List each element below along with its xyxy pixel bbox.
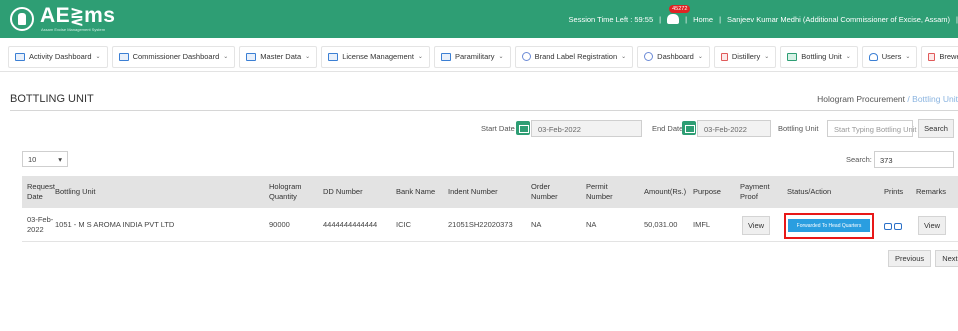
cell-dd-number: 4444444444444: [323, 220, 378, 229]
col-bottling-unit[interactable]: Bottling Unit: [55, 187, 95, 197]
calendar-icon[interactable]: [682, 121, 696, 135]
nav-dashboard[interactable]: Dashboard ⌄: [637, 45, 710, 68]
cell-request-date: 03-Feb- 2022: [27, 215, 54, 234]
col-hologram-quantity[interactable]: Hologram Quantity: [269, 182, 302, 202]
start-date-input[interactable]: 03-Feb-2022: [531, 120, 642, 137]
col-status-action[interactable]: Status/Action: [787, 187, 831, 197]
cell-bottling-unit: 1051 - M S AROMA INDIA PVT LTD: [55, 220, 175, 229]
session-timer: Session Time Left : 59:55: [568, 14, 654, 24]
cell-hologram-quantity: 90000: [269, 220, 290, 229]
nav-brand-label-registration[interactable]: Brand Label Registration ⌄: [514, 45, 634, 68]
notification-count-badge: 45272: [669, 5, 691, 13]
nav-users[interactable]: Users ⌄: [861, 45, 918, 68]
chevron-down-icon: ⌄: [95, 54, 101, 60]
col-bank-name[interactable]: Bank Name: [396, 187, 435, 197]
bottle-icon: [787, 52, 798, 61]
table-row: 03-Feb- 2022 1051 - M S AROMA INDIA PVT L…: [22, 208, 958, 242]
table-search-label: Search:: [846, 155, 872, 164]
table-icon: [246, 52, 257, 61]
nav-license-management[interactable]: License Management ⌄: [321, 45, 430, 68]
dashboard-icon: [15, 52, 25, 61]
cell-permit-number: NA: [586, 220, 597, 229]
app-logo[interactable]: AE⋛ms: [40, 4, 115, 28]
start-date-label: Start Date: [481, 124, 515, 133]
table-search-input[interactable]: 373: [874, 151, 954, 168]
page-length-select[interactable]: 10 ▾: [22, 151, 68, 167]
breadcrumb: Hologram Procurement / Bottling Unit: [817, 94, 958, 104]
chevron-down-icon: ⌄: [697, 54, 703, 60]
col-payment-proof[interactable]: Payment Proof: [740, 182, 770, 202]
col-prints[interactable]: Prints: [884, 187, 903, 197]
printer-icon[interactable]: [894, 223, 902, 230]
bottling-unit-label: Bottling Unit: [778, 124, 819, 133]
nav-bottling-unit[interactable]: Bottling Unit ⌄: [780, 45, 858, 68]
chevron-down-icon: ⌄: [305, 54, 311, 60]
cell-order-number: NA: [531, 220, 542, 229]
app-header: AE⋛ms Assam Excise Management System Ses…: [0, 0, 958, 38]
cell-indent-number: 21051SH22020373: [448, 220, 513, 229]
flask-icon: [720, 52, 728, 61]
col-indent-number[interactable]: Indent Number: [448, 187, 498, 197]
session-area: Session Time Left : 59:55 | 45272 | Home…: [568, 5, 958, 24]
cell-bank-name: ICIC: [396, 220, 411, 229]
payment-proof-view-button[interactable]: View: [742, 216, 770, 235]
nav-brewery[interactable]: Brewery ➔: [921, 45, 958, 68]
circle-icon: [521, 52, 531, 61]
col-amount[interactable]: Amount(Rs.): [644, 187, 686, 197]
filter-bar: Start Date 03-Feb-2022 End Date 03-Feb-2…: [0, 118, 958, 140]
user-name[interactable]: Sanjeev Kumar Medhi (Additional Commissi…: [727, 15, 950, 24]
main-nav: Activity Dashboard ⌄ Commissioner Dashboa…: [0, 42, 958, 72]
chevron-down-icon: ▾: [58, 155, 62, 164]
col-dd-number[interactable]: DD Number: [323, 187, 363, 197]
chevron-down-icon: ⌄: [764, 54, 770, 60]
table-icon: [440, 52, 451, 61]
nav-commissioner-dashboard[interactable]: Commissioner Dashboard ⌄: [111, 45, 236, 68]
bottling-unit-input[interactable]: Start Typing Bottling Unit: [827, 120, 916, 137]
clock-icon: [644, 52, 654, 61]
title-divider: [10, 110, 958, 111]
pagination: Previous Next: [888, 250, 958, 267]
nav-master-data[interactable]: Master Data ⌄: [239, 45, 318, 68]
emblem-icon: [10, 7, 34, 31]
chevron-down-icon: ⌄: [223, 54, 229, 60]
previous-page-button[interactable]: Previous: [888, 250, 932, 267]
nav-paramilitary[interactable]: Paramilitary ⌄: [433, 45, 511, 68]
breadcrumb-parent[interactable]: Hologram Procurement: [817, 94, 905, 104]
col-permit-number[interactable]: Permit Number: [586, 182, 613, 202]
calendar-icon[interactable]: [516, 121, 530, 135]
home-link[interactable]: Home: [693, 15, 713, 24]
users-icon: [868, 52, 878, 61]
status-forwarded-button[interactable]: Forwarded To Head Quarters: [788, 219, 870, 232]
chevron-down-icon: ⌄: [621, 54, 627, 60]
end-date-label: End Date: [652, 124, 684, 133]
chevron-down-icon: ⌄: [845, 54, 851, 60]
col-remarks[interactable]: Remarks: [916, 187, 946, 197]
breadcrumb-current: Bottling Unit: [912, 94, 958, 104]
nav-distillery[interactable]: Distillery ⌄: [713, 45, 777, 68]
remarks-view-button[interactable]: View: [918, 216, 946, 235]
search-button[interactable]: Search: [918, 119, 954, 138]
table-header: Request Date Bottling Unit Hologram Quanti…: [22, 176, 958, 208]
cell-purpose: IMFL: [693, 220, 711, 229]
col-purpose[interactable]: Purpose: [693, 187, 721, 197]
page-title: BOTTLING UNIT: [10, 93, 94, 105]
chevron-down-icon: ⌄: [498, 54, 504, 60]
dashboard-icon: [118, 52, 129, 61]
notification-bell-icon[interactable]: 45272: [667, 5, 691, 24]
chevron-down-icon: ⌄: [417, 54, 423, 60]
license-icon: [328, 52, 339, 61]
app-logo-subtitle: Assam Excise Management System: [41, 27, 106, 32]
chevron-down-icon: ⌄: [905, 54, 911, 60]
next-page-button[interactable]: Next: [935, 250, 958, 267]
col-order-number[interactable]: Order Number: [531, 182, 558, 202]
printer-icon[interactable]: [884, 223, 892, 230]
nav-activity-dashboard[interactable]: Activity Dashboard ⌄: [8, 45, 108, 68]
col-request-date[interactable]: Request Date: [27, 182, 55, 202]
cell-amount: 50,031.00: [644, 220, 678, 229]
flask-icon: [928, 52, 936, 61]
end-date-input[interactable]: 03-Feb-2022: [697, 120, 771, 137]
